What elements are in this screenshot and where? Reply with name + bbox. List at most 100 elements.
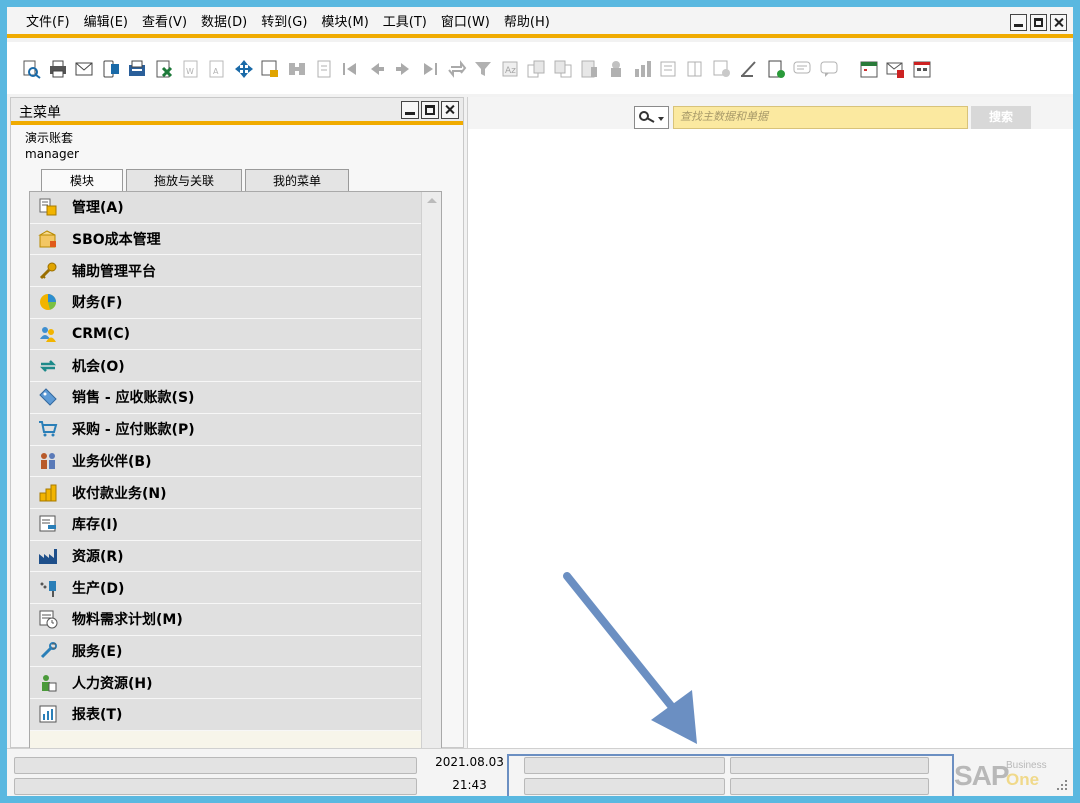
module-row[interactable]: 人力资源(H) [30,667,421,699]
menu-help[interactable]: 帮助(H) [497,14,557,32]
business-partners-icon [38,451,58,471]
excel-export-icon[interactable] [154,59,174,79]
panel-maximize-icon[interactable] [421,101,439,119]
journal-icon[interactable] [579,59,599,79]
scroll-up-icon[interactable] [427,198,437,203]
menu-data[interactable]: 数据(D) [194,14,254,32]
next-record-icon[interactable] [393,59,413,79]
module-row[interactable]: 管理(A) [30,192,421,224]
menu-tools[interactable]: 工具(T) [376,14,434,32]
status-message-field [14,757,417,774]
menu-edit[interactable]: 编辑(E) [77,14,135,32]
email-icon[interactable] [74,59,94,79]
menu-goto[interactable]: 转到(G) [254,14,314,32]
cockpit-icon[interactable] [912,59,932,79]
module-row[interactable]: SBO成本管理 [30,223,421,256]
module-row[interactable]: 资源(R) [30,540,421,573]
close-icon[interactable] [1050,14,1067,31]
module-row[interactable]: 财务(F) [30,287,421,319]
panel-controls [401,101,459,119]
fax-icon[interactable] [127,59,147,79]
last-record-icon[interactable] [420,59,440,79]
preview-icon[interactable] [21,59,41,79]
pdf-export-icon[interactable]: A [207,59,227,79]
minimize-icon[interactable] [1010,14,1027,31]
module-row[interactable]: 生产(D) [30,572,421,604]
sap-logo-text: SAP [954,760,1010,791]
reports-chart-icon [38,704,58,724]
layout-designer-icon[interactable] [686,59,706,79]
tab-drag-relate[interactable]: 拖放与关联 [126,169,242,192]
workspace: 查找主数据和单据 搜索 [467,97,1073,748]
sales-tag-icon [38,387,58,407]
inbox-icon[interactable] [885,59,905,79]
panel-minimize-icon[interactable] [401,101,419,119]
gross-profit-icon[interactable] [633,59,653,79]
module-scrollbar[interactable] [421,192,441,748]
query-manager-icon[interactable] [766,59,786,79]
module-row[interactable]: 物料需求计划(M) [30,603,421,636]
module-label: 财务(F) [72,295,123,312]
module-row[interactable]: CRM(C) [30,318,421,351]
alerts-icon[interactable] [819,59,839,79]
service-wrench-icon [38,641,58,661]
previous-record-icon[interactable] [367,59,387,79]
maximize-icon[interactable] [1030,14,1047,31]
resize-grip-icon[interactable] [1057,780,1069,792]
search-scope-dropdown[interactable] [634,106,669,129]
main-menu-panel: 主菜单 演示账套 manager 模块 拖放与关联 我的菜单 管理(A) SBO成… [10,97,464,749]
sort-icon[interactable]: Az [500,59,520,79]
move-icon[interactable] [234,59,254,79]
sms-icon[interactable] [101,59,121,79]
module-row[interactable]: 库存(I) [30,508,421,541]
module-label: 管理(A) [72,200,124,217]
menu-modules[interactable]: 模块(M) [314,14,375,32]
user-name: manager [25,147,79,161]
svg-text:A: A [213,67,219,76]
calendar-icon[interactable] [859,59,879,79]
module-label: 辅助管理平台 [72,263,156,280]
document-settings-icon[interactable] [739,59,759,79]
inventory-icon [38,514,58,534]
refresh-icon[interactable] [447,59,467,79]
filter-icon[interactable] [473,59,493,79]
module-row[interactable]: 业务伙伴(B) [30,445,421,478]
module-row[interactable]: 辅助管理平台 [30,255,421,288]
panel-close-icon[interactable] [441,101,459,119]
base-document-icon[interactable] [526,59,546,79]
module-row[interactable]: 机会(O) [30,350,421,383]
module-row[interactable]: 采购 - 应付账款(P) [30,413,421,446]
financials-pie-icon [38,292,58,312]
add-icon[interactable] [314,59,334,79]
search-key-icon [639,111,664,123]
tab-modules[interactable]: 模块 [41,169,123,193]
main-menu-tabs: 模块 拖放与关联 我的菜单 [41,169,352,193]
word-export-icon[interactable]: W [181,59,201,79]
window-controls [1010,14,1067,31]
module-row[interactable]: 报表(T) [30,699,421,731]
opportunities-icon [38,356,58,376]
volume-weight-icon[interactable] [659,59,679,79]
module-row[interactable]: 销售 - 应收账款(S) [30,382,421,414]
payment-means-icon[interactable] [606,59,626,79]
status-field-4 [730,757,929,774]
module-row[interactable]: 收付款业务(N) [30,477,421,509]
menu-view[interactable]: 查看(V) [135,14,194,32]
menu-file[interactable]: 文件(F) [19,14,77,32]
module-label: 收付款业务(N) [72,485,167,502]
search-input[interactable]: 查找主数据和单据 [673,106,968,129]
form-settings-icon[interactable] [712,59,732,79]
tab-my-menu[interactable]: 我的菜单 [245,169,349,192]
lock-form-icon[interactable] [260,59,280,79]
find-icon[interactable] [287,59,307,79]
module-row[interactable]: 服务(E) [30,635,421,668]
target-document-icon[interactable] [553,59,573,79]
module-label: 报表(T) [72,707,123,724]
menu-window[interactable]: 窗口(W) [434,14,497,32]
first-record-icon[interactable] [340,59,360,79]
messages-icon[interactable] [792,59,812,79]
search-button[interactable]: 搜索 [971,106,1031,129]
module-label: SBO成本管理 [72,232,161,249]
print-icon[interactable] [48,59,68,79]
sap-business-one-window: 文件(F) 编辑(E) 查看(V) 数据(D) 转到(G) 模块(M) 工具(T… [7,7,1073,796]
